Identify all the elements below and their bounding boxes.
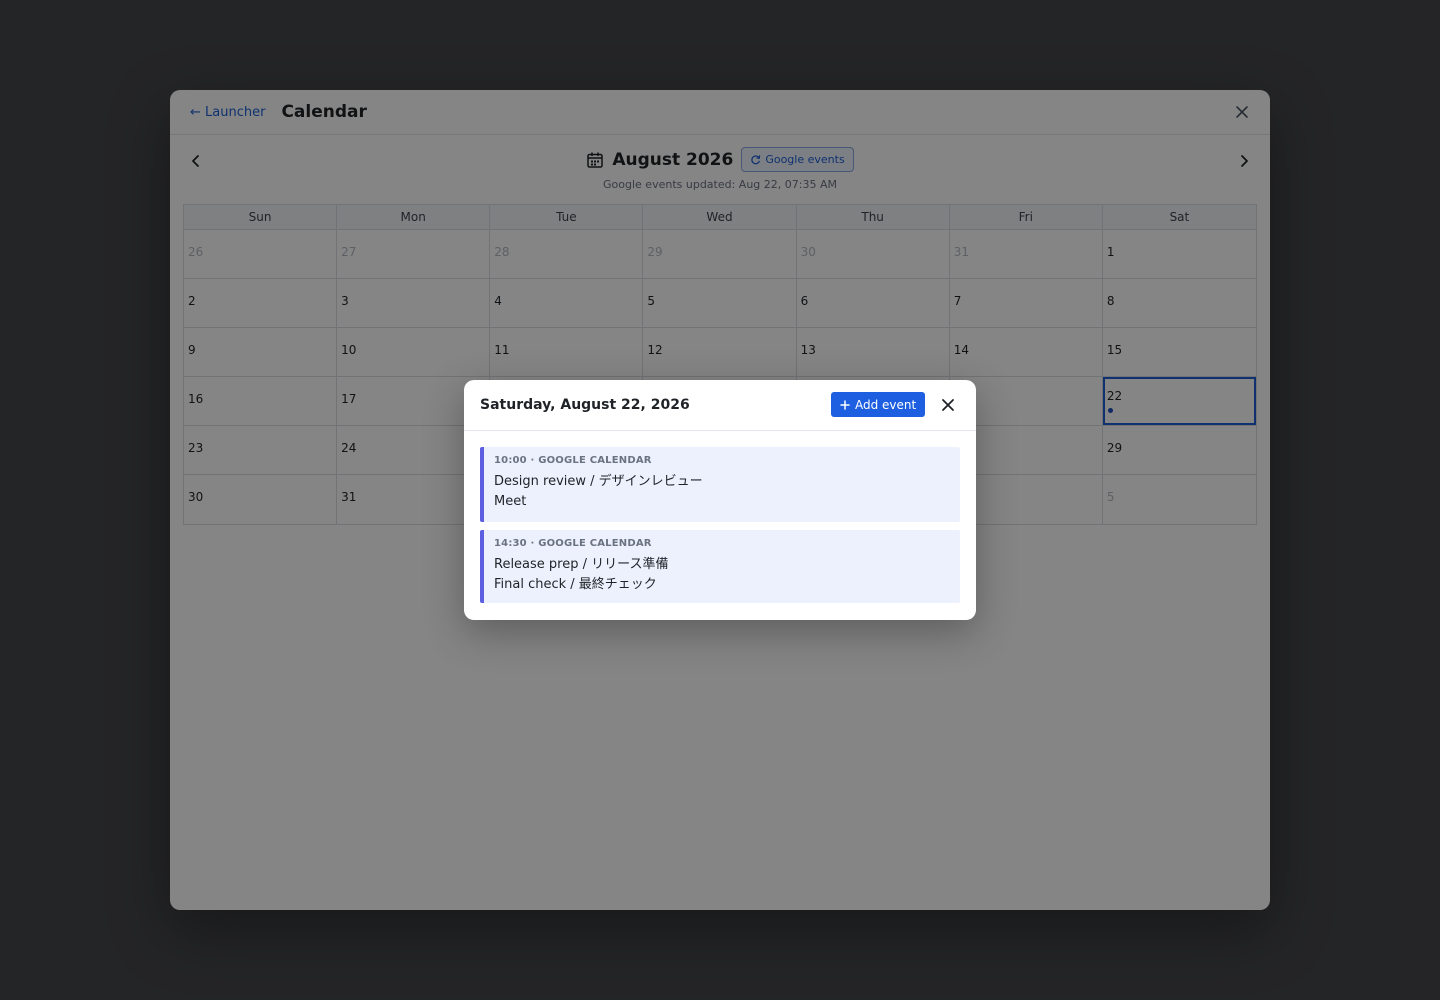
modal-title: Saturday, August 22, 2026 xyxy=(480,397,690,413)
event-title: Release prep / リリース準備 xyxy=(494,557,669,572)
event-title: Design review / デザインレビュー xyxy=(494,474,703,489)
close-icon xyxy=(942,399,954,411)
event-subtitle: Meet xyxy=(494,494,527,509)
add-event-label: Add event xyxy=(855,397,917,412)
day-detail-modal: Saturday, August 22, 2026 Add event 10:0… xyxy=(464,380,976,620)
event-item[interactable]: 10:00 · GOOGLE CALENDAR Design review / … xyxy=(480,447,960,522)
event-meta: 10:00 · GOOGLE CALENDAR xyxy=(494,455,652,466)
event-subtitle: Final check / 最終チェック xyxy=(494,577,657,592)
modal-header: Saturday, August 22, 2026 Add event xyxy=(464,380,976,431)
close-modal-button[interactable] xyxy=(938,395,958,415)
event-meta: 14:30 · GOOGLE CALENDAR xyxy=(494,538,652,549)
event-list: 10:00 · GOOGLE CALENDAR Design review / … xyxy=(464,431,976,603)
event-item[interactable]: 14:30 · GOOGLE CALENDAR Release prep / リ… xyxy=(480,530,960,603)
plus-icon xyxy=(840,399,850,410)
add-event-button[interactable]: Add event xyxy=(831,392,926,417)
